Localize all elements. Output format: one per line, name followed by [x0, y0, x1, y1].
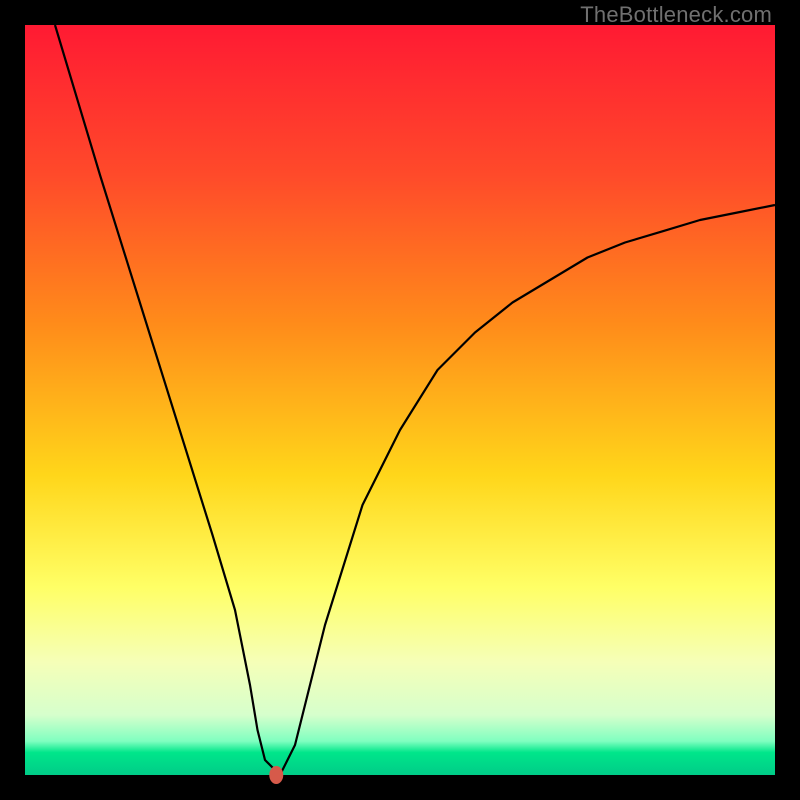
chart-frame: { "watermark": "TheBottleneck.com", "cha…: [0, 0, 800, 800]
chart-background-gradient: [25, 25, 775, 775]
optimum-marker: [269, 766, 283, 784]
watermark-text: TheBottleneck.com: [580, 2, 772, 28]
bottleneck-chart: [0, 0, 800, 800]
